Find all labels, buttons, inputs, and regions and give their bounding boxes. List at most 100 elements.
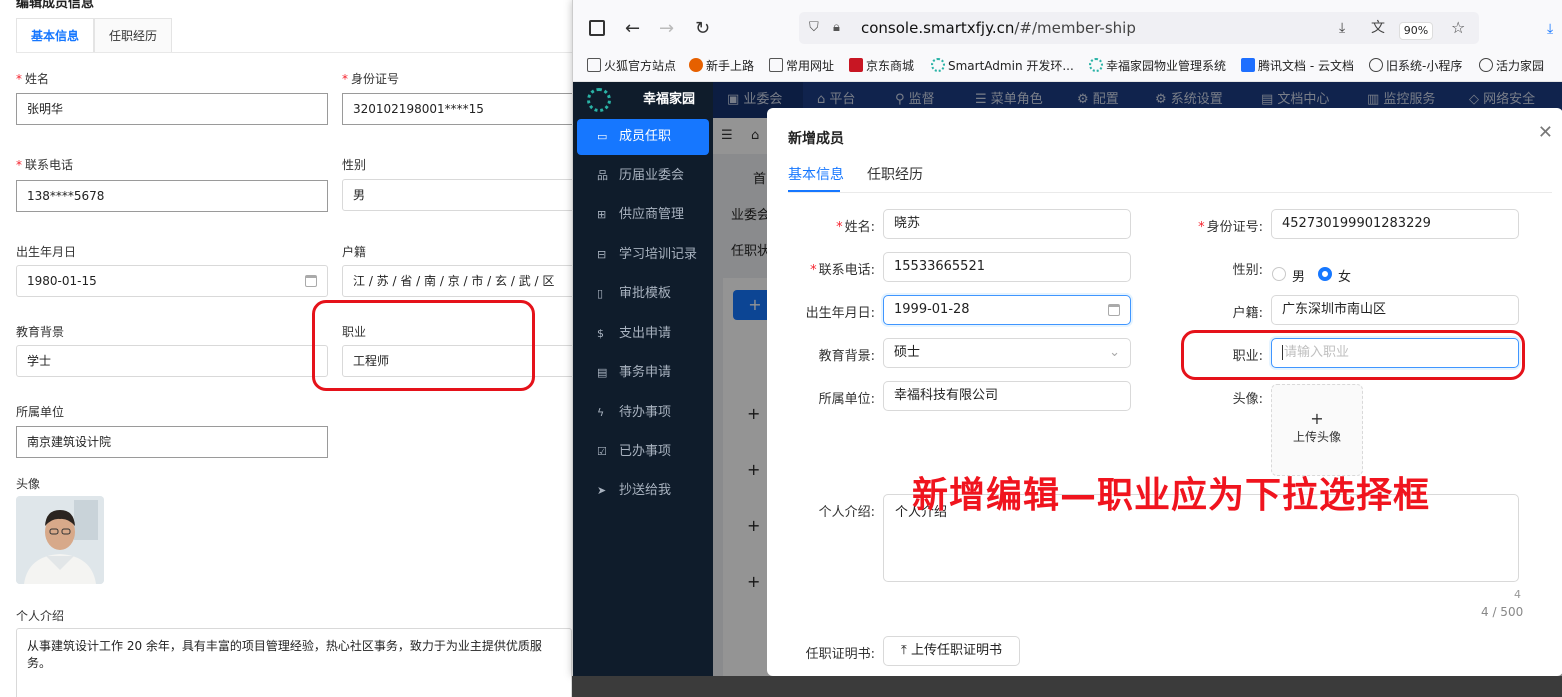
id-label: * 身份证号 bbox=[342, 72, 400, 86]
bookmark-3[interactable]: 常用网址 bbox=[769, 58, 834, 73]
doc-icon: ▤ bbox=[597, 366, 608, 379]
sidebar-item-affairs[interactable]: ▤ 事务申请 bbox=[577, 355, 709, 391]
education-select[interactable]: 学士 bbox=[16, 345, 328, 377]
sidebar-item-expense[interactable]: $ 支出申请 bbox=[577, 316, 709, 352]
modal-birth-label: 出生年月日: bbox=[805, 306, 875, 321]
upload-cert-button[interactable]: ⤒ 上传任职证明书 bbox=[883, 636, 1020, 666]
avatar[interactable] bbox=[16, 496, 104, 584]
annotation-highlight-modal bbox=[1181, 330, 1525, 380]
bookmark-4[interactable]: 京东商城 bbox=[849, 58, 914, 73]
gender-male-radio[interactable] bbox=[1272, 267, 1286, 281]
modal-gender-label: 性别: bbox=[1232, 263, 1263, 278]
check-icon: ☑ bbox=[597, 445, 607, 458]
bookmark-9[interactable]: 活力家园 bbox=[1479, 58, 1544, 73]
modal-hukou-label: 户籍: bbox=[1232, 306, 1263, 321]
folder-icon bbox=[587, 58, 601, 72]
birth-label: 出生年月日 bbox=[16, 245, 77, 259]
education-label: 教育背景 bbox=[16, 325, 65, 339]
sidebar-item-supplier[interactable]: ⊞ 供应商管理 bbox=[577, 197, 709, 233]
tab-divider bbox=[16, 52, 572, 53]
person-photo-icon bbox=[16, 496, 104, 584]
modal-org-input[interactable]: 幸福科技有限公司 bbox=[883, 381, 1131, 411]
globe-icon bbox=[1369, 58, 1383, 72]
gender-select[interactable]: 男 bbox=[342, 179, 572, 211]
modal-phone-label: * 联系电话: bbox=[810, 263, 875, 278]
intro-label: 个人介绍 bbox=[16, 609, 65, 623]
bookmark-star-icon[interactable]: ☆ bbox=[1451, 12, 1465, 44]
sidebar-item-member[interactable]: ▭ 成员任职 bbox=[577, 119, 709, 155]
calendar-icon bbox=[1108, 304, 1120, 316]
tab-overview-icon[interactable] bbox=[589, 20, 605, 36]
zoom-level[interactable]: 90% bbox=[1399, 22, 1433, 40]
modal-cert-label: 任职证明书: bbox=[805, 647, 875, 662]
browser-window: ← → ↻ ⛉ 🔒︎ console.smartxfjy.cn/#/member… bbox=[572, 0, 1562, 676]
tab-basic-info[interactable]: 基本信息 bbox=[16, 18, 95, 53]
bookmark-1[interactable]: 火狐官方站点 bbox=[587, 58, 676, 73]
bookmark-6[interactable]: 幸福家园物业管理系统 bbox=[1089, 58, 1226, 73]
add-member-modal: 新增成员 ✕ 基本信息 任职经历 * 姓名: 晓苏 * 身份证号: 45273019… bbox=[767, 108, 1562, 676]
modal-id-label: * 身份证号: bbox=[1198, 220, 1263, 235]
calendar-icon bbox=[305, 275, 317, 287]
org-field[interactable]: 南京建筑设计院 bbox=[16, 426, 328, 458]
bookmark-7[interactable]: 腾讯文档 - 云文档 bbox=[1241, 58, 1354, 73]
edit-member-panel: 编辑成员信息 基本信息 任职经历 * 姓名 张明华 * 身份证号 320102198… bbox=[0, 0, 572, 697]
modal-id-input[interactable]: 452730199901283229 bbox=[1271, 209, 1519, 239]
gender-female-radio[interactable] bbox=[1318, 267, 1332, 281]
modal-education-select[interactable]: 硕士 ⌄ bbox=[883, 338, 1131, 368]
modal-tab-indicator bbox=[788, 190, 840, 192]
modal-phone-input[interactable]: 15533665521 bbox=[883, 252, 1131, 282]
id-card-icon: ▭ bbox=[597, 130, 608, 143]
back-icon[interactable]: ← bbox=[625, 20, 640, 38]
forward-icon[interactable]: → bbox=[659, 20, 674, 38]
modal-intro-label: 个人介绍: bbox=[818, 505, 875, 520]
hukou-label: 户籍 bbox=[342, 245, 367, 259]
gender-male-label: 男 bbox=[1292, 270, 1306, 285]
tab-employment-history[interactable]: 任职经历 bbox=[94, 18, 173, 53]
shield-icon: ⛉ bbox=[809, 20, 819, 35]
sidebar-item-done[interactable]: ☑ 已办事项 bbox=[577, 434, 709, 470]
hukou-cascader[interactable]: 江 / 苏 / 省 / 南 / 京 / 市 / 玄 / 武 / 区 bbox=[342, 265, 572, 297]
modal-birth-date-picker[interactable]: 1999-01-28 bbox=[883, 295, 1131, 325]
download-icon[interactable]: ⤓ bbox=[1339, 12, 1345, 44]
bookmarks-bar: 火狐官方站点 新手上路 常用网址 京东商城 SmartAdmin 开发环... … bbox=[573, 46, 1562, 82]
close-icon[interactable]: ✕ bbox=[1538, 122, 1553, 143]
modal-hukou-input[interactable]: 广东深圳市南山区 bbox=[1271, 295, 1519, 325]
birth-date-picker[interactable]: 1980-01-15 bbox=[16, 265, 328, 297]
reload-icon[interactable]: ↻ bbox=[695, 20, 710, 38]
site-icon bbox=[931, 58, 945, 72]
phone-field[interactable]: 138****5678 bbox=[16, 180, 328, 212]
book-icon: ⊟ bbox=[597, 248, 607, 261]
logo-icon bbox=[587, 88, 611, 112]
org-label: 所属单位 bbox=[16, 405, 65, 419]
bookmark-8[interactable]: 旧系统-小程序 bbox=[1369, 58, 1462, 73]
modal-tab-divider bbox=[788, 192, 1552, 193]
bookmark-5[interactable]: SmartAdmin 开发环... bbox=[931, 58, 1074, 73]
modal-tab-basic[interactable]: 基本信息 bbox=[788, 164, 844, 184]
sidebar-item-training[interactable]: ⊟ 学习培训记录 bbox=[577, 237, 709, 273]
modal-name-input[interactable]: 晓苏 bbox=[883, 209, 1131, 239]
name-label: * 姓名 bbox=[16, 72, 50, 86]
send-icon: ➤ bbox=[597, 484, 607, 497]
id-field[interactable]: 320102198001****15 bbox=[342, 93, 572, 125]
tencent-docs-icon bbox=[1241, 58, 1255, 72]
modal-title: 新增成员 bbox=[788, 131, 844, 147]
background-strip bbox=[572, 676, 1562, 697]
lightning-icon: ϟ bbox=[597, 406, 605, 419]
extension-icon[interactable]: ⤓ bbox=[1547, 20, 1553, 38]
modal-education-label: 教育背景: bbox=[818, 349, 875, 364]
address-bar[interactable]: ⛉ 🔒︎ console.smartxfjy.cn/#/member-ship … bbox=[799, 12, 1479, 44]
sidebar-item-approval-template[interactable]: ▯ 审批模板 bbox=[577, 276, 709, 312]
translate-icon[interactable]: 文 bbox=[1371, 12, 1385, 44]
sidebar-item-cc[interactable]: ➤ 抄送给我 bbox=[577, 473, 709, 509]
avatar-upload[interactable]: + 上传头像 bbox=[1271, 384, 1363, 476]
site-icon bbox=[1089, 58, 1103, 72]
modal-tab-history[interactable]: 任职经历 bbox=[867, 164, 923, 184]
gender-label: 性别 bbox=[342, 158, 367, 172]
bookmark-2[interactable]: 新手上路 bbox=[689, 58, 754, 73]
intro-textarea[interactable]: 从事建筑设计工作 20 余年，具有丰富的项目管理经验，热心社区事务，致力于为业主… bbox=[16, 628, 572, 697]
browser-toolbar: ← → ↻ ⛉ 🔒︎ console.smartxfjy.cn/#/member… bbox=[573, 0, 1562, 46]
sidebar-item-committee[interactable]: 品历届业委会 bbox=[577, 158, 709, 194]
name-field[interactable]: 张明华 bbox=[16, 93, 328, 125]
file-icon: ▯ bbox=[597, 287, 604, 300]
sidebar-item-todo[interactable]: ϟ 待办事项 bbox=[577, 395, 709, 431]
